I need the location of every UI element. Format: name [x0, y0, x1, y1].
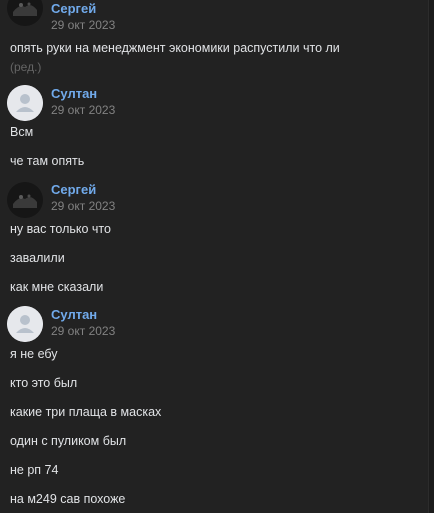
- message-text: завалили: [10, 251, 65, 265]
- message-text: как мне сказали: [10, 280, 104, 294]
- message-text: я не ебу: [10, 347, 58, 361]
- default-user-icon: [7, 306, 43, 342]
- author-name[interactable]: Султан: [51, 86, 97, 101]
- message-date[interactable]: 29 окт 2023: [51, 199, 115, 213]
- message-history: Сергей 29 окт 2023 опять руки на менеджм…: [0, 0, 429, 513]
- message-text: какие три плаща в масках: [10, 405, 162, 419]
- message-text: один с пуликом был: [10, 434, 127, 448]
- scrollbar[interactable]: [428, 0, 434, 513]
- edited-label: (ред.): [10, 60, 42, 74]
- author-name[interactable]: Сергей: [51, 1, 96, 16]
- default-user-icon: [7, 85, 43, 121]
- message-date[interactable]: 29 окт 2023: [51, 324, 115, 338]
- message-date[interactable]: 29 окт 2023: [51, 18, 115, 32]
- message-date[interactable]: 29 окт 2023: [51, 103, 115, 117]
- message-text: кто это был: [10, 376, 78, 390]
- message-text: не рп 74: [10, 463, 59, 477]
- message-text: че там опять: [10, 154, 85, 168]
- author-name[interactable]: Сергей: [51, 182, 96, 197]
- message-text: на м249 сав похоже: [10, 492, 126, 506]
- message-text: ну вас только что: [10, 222, 111, 236]
- avatar[interactable]: [7, 0, 43, 26]
- avatar[interactable]: [7, 85, 43, 121]
- message-text: опять руки на менеджмент экономики распу…: [10, 41, 340, 55]
- message-text: Всм: [10, 125, 34, 139]
- author-name[interactable]: Султан: [51, 307, 97, 322]
- photo-avatar-icon: [7, 0, 43, 26]
- avatar[interactable]: [7, 306, 43, 342]
- photo-avatar-icon: [7, 182, 43, 218]
- avatar[interactable]: [7, 182, 43, 218]
